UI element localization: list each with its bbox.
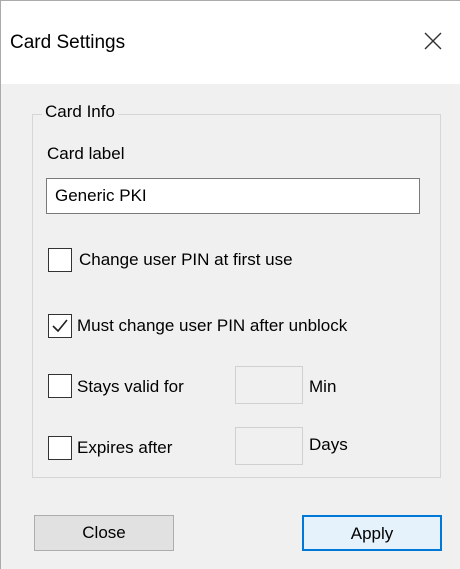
close-icon[interactable]	[421, 29, 445, 53]
stays-valid-checkbox[interactable]	[48, 374, 72, 398]
window-title: Card Settings	[10, 32, 126, 53]
expires-after-unit: Days	[309, 435, 348, 454]
stays-valid-label: Stays valid for	[77, 377, 184, 396]
expires-after-label: Expires after	[77, 438, 173, 457]
card-settings-dialog: Card Settings Card Info Card label Chang…	[0, 0, 460, 569]
change-pin-first-use-label: Change user PIN at first use	[79, 250, 293, 269]
checkmark-icon	[52, 319, 68, 333]
must-change-after-unblock-label: Must change user PIN after unblock	[77, 316, 348, 335]
stays-valid-minutes-input[interactable]	[235, 366, 303, 404]
card-label-caption: Card label	[47, 144, 125, 163]
card-info-group-label: Card Info	[42, 101, 118, 123]
close-button[interactable]: Close	[34, 515, 174, 551]
card-info-group	[32, 114, 441, 478]
expires-after-checkbox[interactable]	[48, 436, 72, 460]
apply-button[interactable]: Apply	[302, 515, 442, 551]
title-bar: Card Settings	[1, 0, 460, 84]
change-pin-first-use-checkbox[interactable]	[48, 248, 72, 272]
must-change-after-unblock-checkbox[interactable]	[48, 314, 72, 338]
expires-after-days-input[interactable]	[235, 427, 303, 465]
stays-valid-unit: Min	[309, 377, 337, 396]
card-label-input[interactable]	[46, 178, 420, 214]
